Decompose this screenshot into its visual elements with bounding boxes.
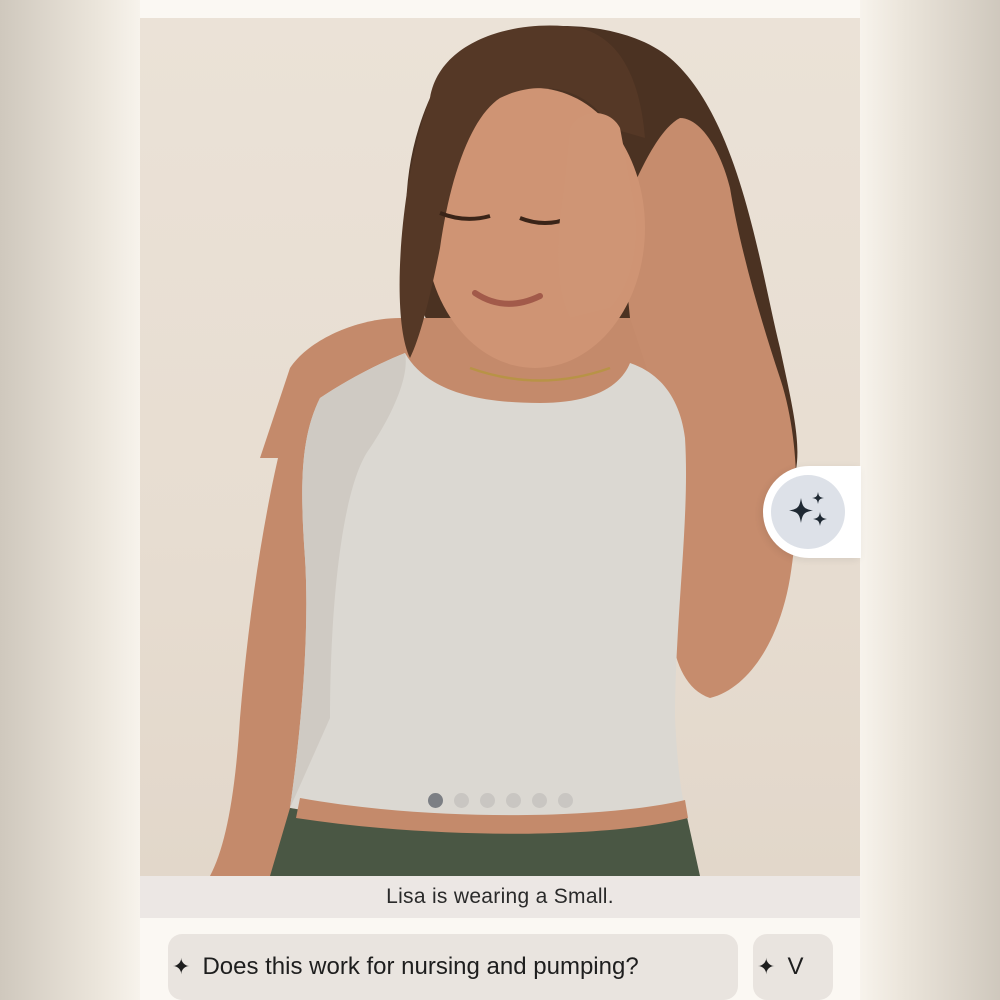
- product-photo-illustration: [210, 25, 798, 876]
- carousel-dot[interactable]: [480, 793, 495, 808]
- suggested-question-label: V: [787, 953, 804, 980]
- suggested-question-label: Does this work for nursing and pumping?: [202, 953, 639, 980]
- carousel-dot[interactable]: [454, 793, 469, 808]
- top-bar: [140, 0, 860, 18]
- model-size-caption: Lisa is wearing a Small.: [140, 876, 860, 918]
- suggested-question-chip[interactable]: ✦ V: [753, 934, 833, 1000]
- sparkle-icon: ✦: [172, 954, 191, 979]
- carousel-dot[interactable]: [506, 793, 521, 808]
- carousel-dot[interactable]: [558, 793, 573, 808]
- carousel-dots[interactable]: [428, 793, 573, 808]
- product-photo[interactable]: [140, 18, 860, 876]
- carousel-dot[interactable]: [532, 793, 547, 808]
- sparkle-icon: ✦: [757, 954, 776, 979]
- product-page: Lisa is wearing a Small. ✦ Does this wor…: [140, 0, 860, 1000]
- suggested-question-chip[interactable]: ✦ Does this work for nursing and pumping…: [168, 934, 738, 1000]
- sparkles-icon: [789, 492, 827, 526]
- suggested-questions: ✦ Does this work for nursing and pumping…: [168, 934, 860, 1000]
- ai-assistant-tab: [763, 466, 861, 558]
- carousel-dot[interactable]: [428, 793, 443, 808]
- ai-assistant-button[interactable]: [771, 475, 845, 549]
